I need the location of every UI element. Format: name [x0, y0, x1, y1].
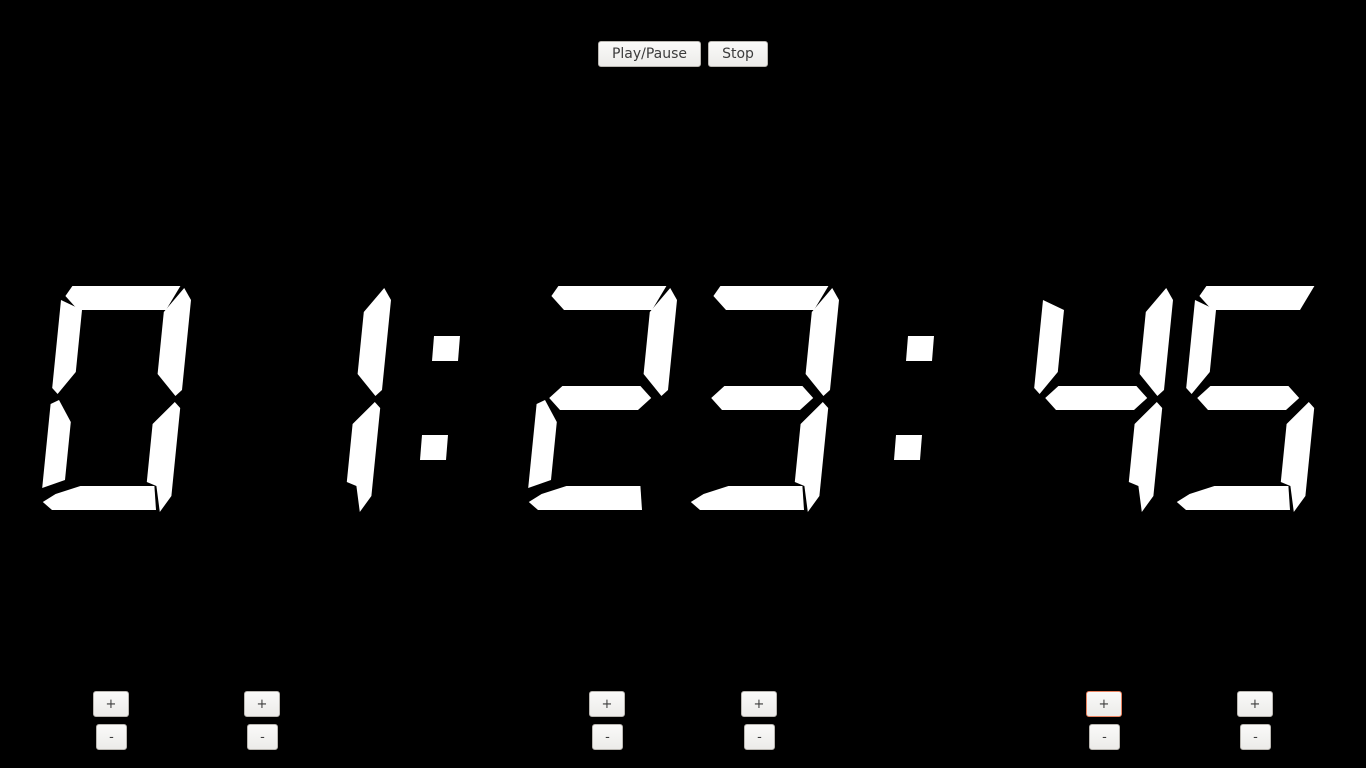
segment-g [549, 386, 652, 410]
segment-d [690, 486, 804, 510]
segment-a [551, 286, 667, 310]
segment-b [357, 288, 391, 396]
colon-dot-bottom [420, 435, 448, 460]
increment-minutes-ones-button[interactable]: + [741, 691, 777, 717]
decrement-seconds-ones-button[interactable]: - [1240, 724, 1271, 750]
segment-d [42, 486, 156, 510]
colon-dot-bottom [894, 435, 922, 460]
clock-display [42, 286, 1315, 512]
segment-g [1197, 386, 1300, 410]
colon-dot-top [432, 336, 460, 361]
digit-minutes-tens [528, 286, 677, 510]
segment-e [42, 400, 71, 488]
segment-g [711, 386, 814, 410]
segment-f [1034, 300, 1064, 394]
digit-seconds-tens [1034, 288, 1173, 512]
decrement-seconds-tens-button[interactable]: - [1089, 724, 1120, 750]
segment-d [1176, 486, 1290, 510]
increment-minutes-tens-button[interactable]: + [589, 691, 625, 717]
segment-a [1199, 286, 1315, 310]
increment-hours-tens-button[interactable]: + [93, 691, 129, 717]
segment-g [1045, 386, 1148, 410]
decrement-minutes-ones-button[interactable]: - [744, 724, 775, 750]
segment-c [346, 402, 381, 512]
colon-dot-top [906, 336, 934, 361]
segment-a [713, 286, 829, 310]
decrement-minutes-tens-button[interactable]: - [592, 724, 623, 750]
colon-separator [894, 336, 934, 460]
digit-seconds-ones [1176, 286, 1315, 512]
decrement-hours-tens-button[interactable]: - [96, 724, 127, 750]
digit-minutes-ones [690, 286, 839, 512]
segment-a [65, 286, 181, 310]
colon-separator [420, 336, 460, 460]
increment-seconds-tens-button[interactable]: + [1086, 691, 1122, 717]
segment-e [528, 400, 557, 488]
increment-seconds-ones-button[interactable]: + [1237, 691, 1273, 717]
segment-f [52, 300, 82, 394]
decrement-hours-ones-button[interactable]: - [247, 724, 278, 750]
segment-f [1186, 300, 1216, 394]
increment-hours-ones-button[interactable]: + [244, 691, 280, 717]
segment-d [528, 486, 642, 510]
digit-hours-ones [346, 288, 391, 512]
digit-hours-tens [42, 286, 191, 512]
segment-c [1128, 402, 1163, 512]
segment-b [1139, 288, 1173, 396]
